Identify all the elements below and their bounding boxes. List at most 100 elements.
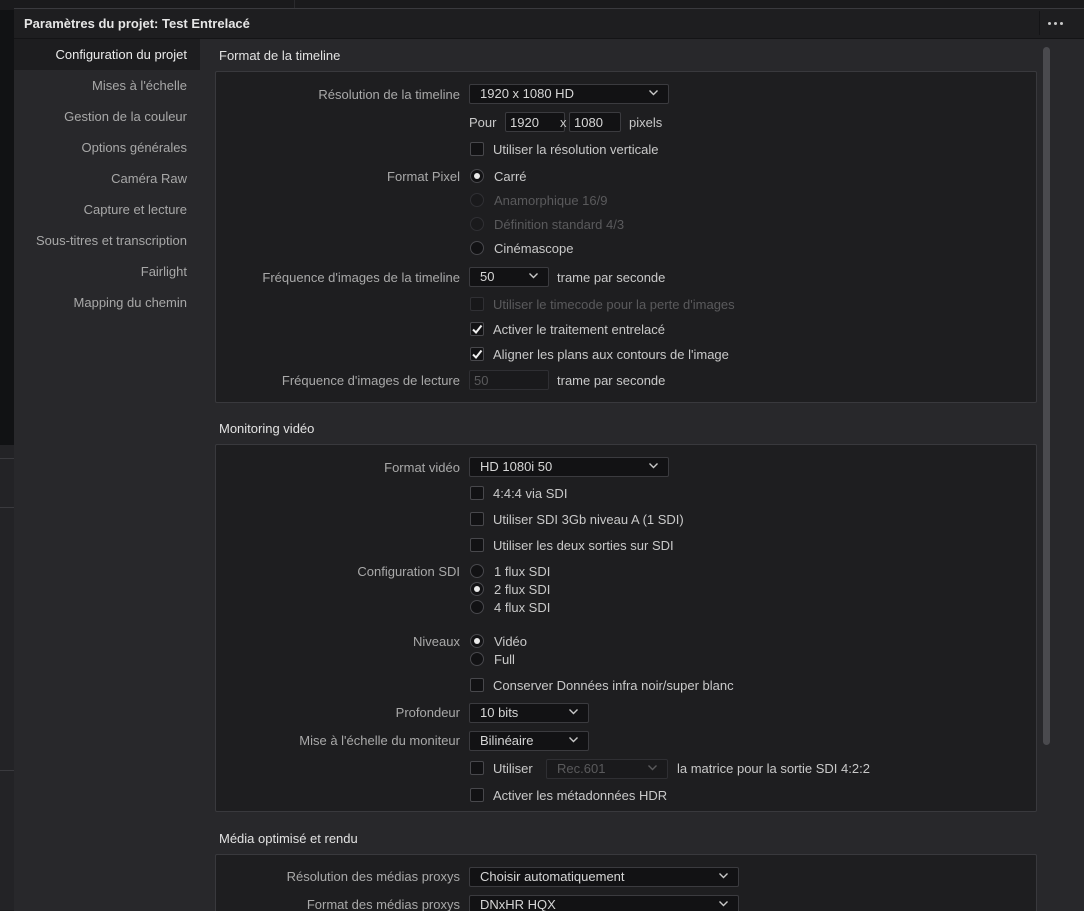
sdi-3gb-checkbox[interactable] bbox=[470, 512, 484, 526]
width-input[interactable] bbox=[505, 112, 565, 132]
preserve-levels-checkbox[interactable] bbox=[470, 678, 484, 692]
levels-label: Niveaux bbox=[413, 634, 460, 649]
align-label: Aligner les plans aux contours de l'imag… bbox=[493, 347, 729, 362]
section-title-timeline-format: Format de la timeline bbox=[219, 48, 341, 63]
more-dots-icon bbox=[1059, 21, 1063, 25]
chevron-down-icon bbox=[649, 463, 658, 469]
background-line bbox=[0, 458, 14, 459]
sdi-both-checkbox[interactable] bbox=[470, 538, 484, 552]
sdi-1-label: 1 flux SDI bbox=[494, 564, 551, 579]
proxy-resolution-dropdown[interactable]: Choisir automatiquement bbox=[469, 867, 739, 887]
sdi-config-label: Configuration SDI bbox=[357, 564, 460, 579]
background-line bbox=[0, 507, 14, 508]
chevron-down-icon bbox=[569, 737, 578, 743]
sdi-4-radio[interactable] bbox=[470, 600, 484, 614]
pixel-anamorphic-label: Anamorphique 16/9 bbox=[494, 193, 608, 208]
chevron-down-icon bbox=[719, 873, 728, 879]
pixel-square-radio[interactable] bbox=[470, 169, 484, 183]
framerate-dropdown[interactable]: 50 bbox=[469, 267, 549, 287]
sidebar-item-project-config[interactable]: Configuration du projet bbox=[14, 39, 200, 70]
sdi-4-label: 4 flux SDI bbox=[494, 600, 551, 615]
timeline-format-panel: Résolution de la timeline 1920 x 1080 HD… bbox=[215, 71, 1037, 403]
dialog-titlebar: Paramètres du projet: Test Entrelacé bbox=[14, 9, 1084, 39]
align-checkbox[interactable] bbox=[470, 347, 484, 361]
monitor-scaling-dropdown[interactable]: Bilinéaire bbox=[469, 731, 589, 751]
sdi-2-label: 2 flux SDI bbox=[494, 582, 551, 597]
check-icon bbox=[472, 349, 483, 360]
pixel-cinemascope-radio[interactable] bbox=[470, 241, 484, 255]
dropframe-checkbox[interactable] bbox=[470, 297, 484, 311]
for-label: Pour bbox=[469, 115, 497, 130]
sidebar-item-color-management[interactable]: Gestion de la couleur bbox=[14, 101, 200, 132]
pixel-sd-radio[interactable] bbox=[470, 217, 484, 231]
resolution-value: 1920 x 1080 HD bbox=[480, 86, 574, 101]
chevron-down-icon bbox=[719, 901, 728, 907]
settings-content: Format de la timeline Résolution de la t… bbox=[201, 39, 1041, 911]
dialog-title: Paramètres du projet: Test Entrelacé bbox=[24, 16, 250, 31]
matrix-dropdown[interactable]: Rec.601 bbox=[546, 759, 668, 779]
sdi-3gb-label: Utiliser SDI 3Gb niveau A (1 SDI) bbox=[493, 512, 684, 527]
sidebar-item-subtitles[interactable]: Sous-titres et transcription bbox=[14, 225, 200, 256]
height-input[interactable] bbox=[569, 112, 621, 132]
optimized-media-panel: Résolution des médias proxys Choisir aut… bbox=[215, 854, 1037, 911]
sdi-1-radio[interactable] bbox=[470, 564, 484, 578]
section-title-optimized-media: Média optimisé et rendu bbox=[219, 831, 358, 846]
hdr-metadata-label: Activer les métadonnées HDR bbox=[493, 788, 668, 803]
pixel-square-label: Carré bbox=[494, 169, 527, 184]
sidebar-item-scaling[interactable]: Mises à l'échelle bbox=[14, 70, 200, 101]
interlace-label: Activer le traitement entrelacé bbox=[493, 322, 665, 337]
matrix-value: Rec.601 bbox=[557, 761, 606, 776]
pixel-cinemascope-label: Cinémascope bbox=[494, 241, 574, 256]
scrollbar-thumb[interactable] bbox=[1043, 47, 1050, 745]
hdr-metadata-checkbox[interactable] bbox=[470, 788, 484, 802]
settings-sidebar: Configuration du projet Mises à l'échell… bbox=[14, 39, 200, 911]
more-options-button[interactable] bbox=[1039, 11, 1070, 35]
vertical-resolution-checkbox[interactable] bbox=[470, 142, 484, 156]
pixel-format-label: Format Pixel bbox=[387, 169, 460, 184]
content-scrollbar[interactable] bbox=[1042, 39, 1052, 745]
sidebar-item-fairlight[interactable]: Fairlight bbox=[14, 256, 200, 287]
levels-full-label: Full bbox=[494, 652, 515, 667]
chevron-down-icon bbox=[529, 273, 538, 279]
playback-framerate-input[interactable] bbox=[469, 370, 549, 390]
monitor-scaling-label: Mise à l'échelle du moniteur bbox=[299, 733, 460, 748]
depth-dropdown[interactable]: 10 bits bbox=[469, 703, 589, 723]
pixel-anamorphic-radio[interactable] bbox=[470, 193, 484, 207]
sdi-2-radio[interactable] bbox=[470, 582, 484, 596]
more-dots-icon bbox=[1047, 21, 1051, 25]
video-format-label: Format vidéo bbox=[384, 460, 460, 475]
section-title-video-monitoring: Monitoring vidéo bbox=[219, 421, 315, 436]
resolution-dropdown[interactable]: 1920 x 1080 HD bbox=[469, 84, 669, 104]
chevron-down-icon bbox=[648, 765, 657, 771]
fps-unit-label: trame par seconde bbox=[557, 270, 666, 285]
sdi-444-label: 4:4:4 via SDI bbox=[493, 486, 568, 501]
framerate-value: 50 bbox=[480, 269, 495, 284]
background-line bbox=[0, 770, 14, 771]
video-format-dropdown[interactable]: HD 1080i 50 bbox=[469, 457, 669, 477]
sdi-both-label: Utiliser les deux sorties sur SDI bbox=[493, 538, 674, 553]
levels-full-radio[interactable] bbox=[470, 652, 484, 666]
pixel-sd-label: Définition standard 4/3 bbox=[494, 217, 625, 232]
sdi-444-checkbox[interactable] bbox=[470, 486, 484, 500]
proxy-format-dropdown[interactable]: DNxHR HQX bbox=[469, 895, 739, 911]
monitor-scaling-value: Bilinéaire bbox=[480, 733, 534, 748]
dropframe-label: Utiliser le timecode pour la perte d'ima… bbox=[493, 297, 735, 312]
playback-unit-label: trame par seconde bbox=[557, 373, 666, 388]
sidebar-item-path-mapping[interactable]: Mapping du chemin bbox=[14, 287, 200, 318]
check-icon bbox=[472, 324, 483, 335]
use-matrix-label: Utiliser bbox=[493, 761, 533, 776]
interlace-checkbox[interactable] bbox=[470, 322, 484, 336]
levels-video-radio[interactable] bbox=[470, 634, 484, 648]
depth-value: 10 bits bbox=[480, 705, 519, 720]
levels-video-label: Vidéo bbox=[494, 634, 528, 649]
preserve-levels-label: Conserver Données infra noir/super blanc bbox=[493, 678, 734, 693]
depth-label: Profondeur bbox=[395, 705, 460, 720]
chevron-down-icon bbox=[569, 709, 578, 715]
playback-framerate-label: Fréquence d'images de lecture bbox=[281, 373, 460, 388]
sidebar-item-general-options[interactable]: Options générales bbox=[14, 132, 200, 163]
use-matrix-checkbox[interactable] bbox=[470, 761, 484, 775]
sidebar-item-camera-raw[interactable]: Caméra Raw bbox=[14, 163, 200, 194]
sidebar-item-capture-playback[interactable]: Capture et lecture bbox=[14, 194, 200, 225]
video-monitoring-panel: Format vidéo HD 1080i 50 4:4:4 via SDI U… bbox=[215, 444, 1037, 812]
proxy-format-label: Format des médias proxys bbox=[306, 897, 460, 911]
